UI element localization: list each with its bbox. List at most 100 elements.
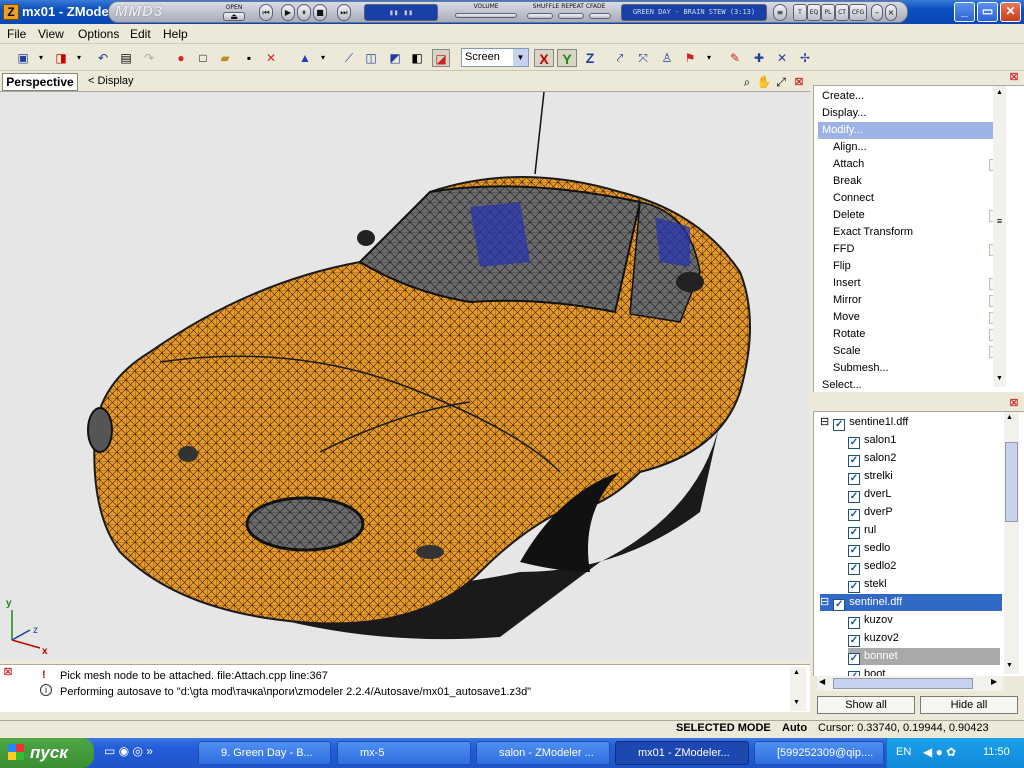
scroll-down-icon[interactable]: ▼ [994,375,1005,382]
winamp-close-button[interactable]: × [885,4,897,21]
log-scroll-down-icon[interactable]: ▼ [793,699,800,706]
log-scroll-up-icon[interactable]: ▲ [793,669,800,676]
menu-edit[interactable]: Edit [130,27,151,41]
command-item[interactable]: Move [833,309,860,326]
show-all-button[interactable]: Show all [817,696,915,714]
start-button[interactable]: пуск [0,738,94,768]
command-item[interactable]: Submesh... [833,360,889,377]
cube-wire-icon[interactable]: ◧ [408,49,426,67]
menu-view[interactable]: View [38,27,64,41]
clipboard-icon[interactable]: ▤ [117,49,135,67]
shuffle-button[interactable] [527,13,553,19]
tree-node[interactable]: ⊟ ✓ sentine1l.dff [820,414,908,431]
command-item[interactable]: Break [833,173,862,190]
axis-x-toggle[interactable]: X [534,49,554,67]
tree-node[interactable]: ✓ stekl [848,576,887,593]
task-green-day[interactable]: 9. Green Day - B... [198,741,331,765]
visibility-checkbox[interactable]: ✓ [848,563,860,575]
tree-node[interactable]: ✓ salon2 [848,450,896,467]
tree-node[interactable]: ✓ sedlo2 [848,558,896,575]
axis-z-toggle[interactable]: Z [580,49,600,67]
task-mx5[interactable]: mx-5 [337,741,471,765]
log-close-icon[interactable]: ⊠ [2,666,14,678]
winamp-minimize-button[interactable]: – [871,4,883,21]
vertex-icon[interactable]: ⟋ [340,49,358,67]
repeat-button[interactable] [558,13,584,19]
visibility-checkbox[interactable]: ✓ [848,581,860,593]
winamp-pl-button[interactable]: PL [821,4,835,21]
axes-icon[interactable]: ✢ [796,49,814,67]
tree-node[interactable]: ✓ kuzov [848,612,893,629]
maximize-button[interactable]: ▭ [977,2,998,22]
open-folder-icon[interactable]: ▰ [216,49,234,67]
command-item[interactable]: FFD [833,241,854,258]
shape-icon[interactable]: ▲ [296,49,314,67]
winamp-menu-icon[interactable]: ≡ [773,4,787,21]
language-indicator[interactable]: EN [896,746,911,758]
zoom-icon[interactable]: ⌕ [738,73,756,91]
command-panel-scrollbar[interactable]: ▲ ≡ ▼ [993,86,1006,387]
visibility-checkbox[interactable]: ✓ [848,437,860,449]
tree-node[interactable]: ✓ dverL [848,486,892,503]
tree-node[interactable]: ✓ kuzov2 [848,630,899,647]
axis-y-toggle[interactable]: Y [557,49,577,67]
visibility-checkbox[interactable]: ✓ [833,419,846,431]
scroll-grip-icon[interactable]: ≡ [994,216,1005,226]
shape-dropdown-icon[interactable]: ▾ [314,49,332,67]
visibility-checkbox[interactable]: ✓ [848,653,860,665]
tree-scroll-right-icon[interactable]: ▶ [991,677,997,686]
tree-node[interactable]: ✓ rul [848,522,876,539]
command-item[interactable]: Insert [833,275,861,292]
close-button[interactable]: ✕ [1000,2,1021,22]
tree-node[interactable]: ✓ dverP [848,504,893,521]
viewport-title[interactable]: Perspective [2,73,78,91]
cube-icon[interactable]: ◩ [386,49,404,67]
command-item[interactable]: Connect [833,190,874,207]
eject-button[interactable]: ⏏ [223,12,245,21]
command-panel-close-icon[interactable]: ⊠ [1008,71,1020,83]
box-select-icon[interactable]: ◫ [362,49,380,67]
task-mx01[interactable]: mx01 - ZModeler... [615,741,749,765]
tray-icons[interactable]: ◀ ● ✿ [923,745,956,759]
winamp-eq-button[interactable]: EQ [807,4,821,21]
viewport-close-icon[interactable]: ⊠ [790,73,808,91]
record-icon[interactable]: ● [172,49,190,67]
cross-icon[interactable]: ✕ [773,49,791,67]
visibility-checkbox[interactable]: ✓ [848,509,860,521]
tree-scroll-up-icon[interactable]: ▲ [1006,414,1013,421]
gizmo-icon[interactable]: ✚ [750,49,768,67]
prev-button[interactable]: ⏮ [259,4,273,21]
task-salon[interactable]: salon - ZModeler ... [476,741,610,765]
menu-file[interactable]: File [7,27,26,41]
menu-options[interactable]: Options [78,27,119,41]
pick-icon[interactable]: ⤤ [611,49,629,67]
people-dropdown-icon[interactable]: ▾ [700,49,718,67]
new-file-icon[interactable]: □ [194,49,212,67]
coord-system-select[interactable]: Screen ▼ [461,48,529,67]
visibility-checkbox[interactable]: ✓ [848,473,860,485]
command-item[interactable]: Align... [833,139,867,156]
visibility-checkbox[interactable]: ✓ [848,545,860,557]
scroll-up-icon[interactable]: ▲ [994,89,1005,96]
command-item[interactable]: Create... [822,88,864,105]
next-button[interactable]: ⏭ [337,4,351,21]
hide-all-button[interactable]: Hide all [920,696,1018,714]
command-item[interactable]: Display... [822,105,866,122]
tree-hscrollbar[interactable]: ◀ ▶ [817,676,1003,691]
volume-slider[interactable] [455,13,517,18]
menu-help[interactable]: Help [163,27,188,41]
command-item[interactable]: Exact Transform [833,224,913,241]
command-item[interactable]: Select... [822,377,862,394]
tree-node[interactable]: ✓ salon1 [848,432,896,449]
paint-icon[interactable]: ✎ [726,49,744,67]
save-icon[interactable]: ▪ [240,49,258,67]
log-scrollbar[interactable]: ▲ ▼ [790,667,806,711]
command-item[interactable]: Scale [833,343,861,360]
tree-scrollbar[interactable]: ▲ ▼ [1004,412,1019,674]
minimize-button[interactable]: _ [954,2,975,22]
undo-icon[interactable]: ↶ [94,49,112,67]
tree-scroll-left-icon[interactable]: ◀ [819,677,825,686]
command-item[interactable]: Mirror [833,292,862,309]
command-item[interactable]: Rotate [833,326,865,343]
play-button[interactable]: ▶ [281,4,295,21]
